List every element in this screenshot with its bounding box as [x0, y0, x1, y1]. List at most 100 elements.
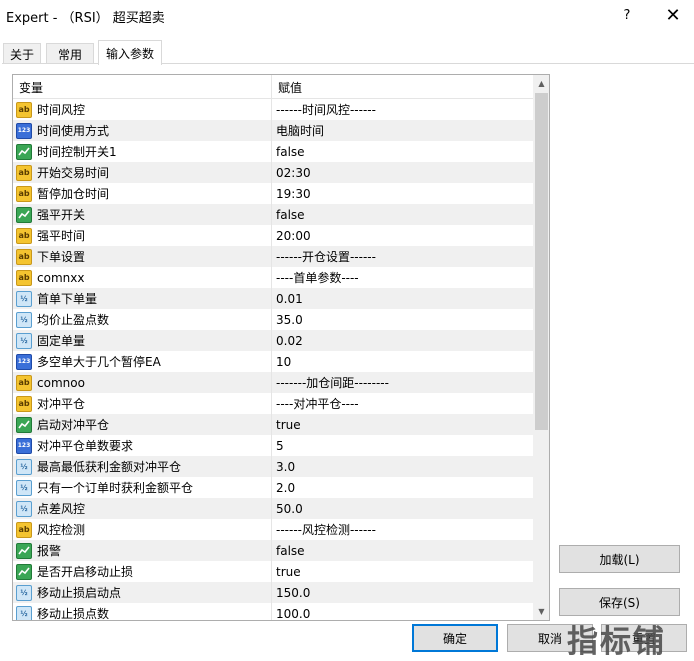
variable-label: 时间风控: [37, 103, 86, 117]
bool-param-icon: [16, 143, 32, 160]
variable-label: 对冲平仓: [37, 397, 86, 411]
watermark-logo: 指标铺: [567, 624, 666, 660]
string-param-icon: ab: [16, 164, 32, 181]
value-cell[interactable]: 3.0: [272, 456, 533, 477]
value-cell[interactable]: 50.0: [272, 498, 533, 519]
tab-common[interactable]: 常用: [46, 43, 94, 64]
double-param-icon: ½: [16, 458, 32, 475]
scroll-thumb[interactable]: [535, 93, 548, 430]
variable-label: 移动止损点数: [37, 607, 110, 621]
value-cell[interactable]: true: [272, 414, 533, 435]
tab-strip: 关于 常用 输入参数: [0, 40, 694, 65]
variable-label: 强平开关: [37, 208, 86, 222]
value-cell[interactable]: 0.01: [272, 288, 533, 309]
value-cell[interactable]: ----首单参数----: [272, 267, 533, 288]
variable-cell: 123 时间使用方式: [13, 120, 272, 141]
value-cell[interactable]: -------加仓间距--------: [272, 372, 533, 393]
grid-rows: ab 时间风控 ------时间风控------ 123 时间使用方式 电脑时间 时间控制开…: [13, 99, 533, 621]
string-param-icon: ab: [16, 227, 32, 244]
value-cell[interactable]: ----对冲平仓----: [272, 393, 533, 414]
variable-cell: ab 强平时间: [13, 225, 272, 246]
table-row[interactable]: 123 多空单大于几个暂停EA 10: [13, 351, 533, 372]
integer-param-icon: 123: [16, 122, 32, 139]
table-row[interactable]: ½ 首单下单量 0.01: [13, 288, 533, 309]
variable-label: 是否开启移动止损: [37, 565, 134, 579]
value-cell[interactable]: 150.0: [272, 582, 533, 603]
table-row[interactable]: 时间控制开关1 false: [13, 141, 533, 162]
load-button[interactable]: 加载(L): [559, 545, 680, 573]
value-cell[interactable]: ------风控检测------: [272, 519, 533, 540]
variable-cell: ab 下单设置: [13, 246, 272, 267]
value-cell[interactable]: 20:00: [272, 225, 533, 246]
table-row[interactable]: ab 对冲平仓 ----对冲平仓----: [13, 393, 533, 414]
variable-label: 对冲平仓单数要求: [37, 439, 134, 453]
column-header-variable[interactable]: 变量: [13, 75, 272, 99]
table-row[interactable]: ab 强平时间 20:00: [13, 225, 533, 246]
variable-cell: ab comnoo: [13, 372, 272, 393]
value-cell[interactable]: 0.02: [272, 330, 533, 351]
double-param-icon: ½: [16, 584, 32, 601]
variable-cell: ½ 首单下单量: [13, 288, 272, 309]
variable-cell: 报警: [13, 540, 272, 561]
table-row[interactable]: ab 暂停加仓时间 19:30: [13, 183, 533, 204]
table-row[interactable]: ½ 只有一个订单时获利金额平仓 2.0: [13, 477, 533, 498]
table-row[interactable]: 报警 false: [13, 540, 533, 561]
value-cell[interactable]: ------时间风控------: [272, 99, 533, 120]
string-param-icon: ab: [16, 248, 32, 265]
variable-cell: 123 对冲平仓单数要求: [13, 435, 272, 456]
table-row[interactable]: 启动对冲平仓 true: [13, 414, 533, 435]
table-row[interactable]: ½ 点差风控 50.0: [13, 498, 533, 519]
variable-label: 暂停加仓时间: [37, 187, 110, 201]
table-row[interactable]: 是否开启移动止损 true: [13, 561, 533, 582]
ok-button[interactable]: 确定: [412, 624, 498, 652]
table-row[interactable]: 123 时间使用方式 电脑时间: [13, 120, 533, 141]
scroll-up-icon[interactable]: ▲: [533, 75, 549, 92]
save-button[interactable]: 保存(S): [559, 588, 680, 616]
variable-label: 只有一个订单时获利金额平仓: [37, 481, 194, 495]
table-row[interactable]: ab 时间风控 ------时间风控------: [13, 99, 533, 120]
value-cell[interactable]: 5: [272, 435, 533, 456]
bool-param-icon: [16, 542, 32, 559]
help-button[interactable]: ?: [604, 0, 650, 30]
variable-cell: 启动对冲平仓: [13, 414, 272, 435]
bool-param-icon: [16, 206, 32, 223]
table-row[interactable]: 123 对冲平仓单数要求 5: [13, 435, 533, 456]
tab-inputs[interactable]: 输入参数: [98, 40, 162, 65]
table-row[interactable]: ½ 最高最低获利金额对冲平仓 3.0: [13, 456, 533, 477]
value-cell[interactable]: false: [272, 141, 533, 162]
double-param-icon: ½: [16, 311, 32, 328]
table-row[interactable]: ½ 均价止盈点数 35.0: [13, 309, 533, 330]
table-row[interactable]: ½ 移动止损启动点 150.0: [13, 582, 533, 603]
table-row[interactable]: 强平开关 false: [13, 204, 533, 225]
table-row[interactable]: ab 开始交易时间 02:30: [13, 162, 533, 183]
scroll-down-icon[interactable]: ▼: [533, 603, 549, 620]
table-row[interactable]: ab 风控检测 ------风控检测------: [13, 519, 533, 540]
value-cell[interactable]: 19:30: [272, 183, 533, 204]
table-row[interactable]: ab 下单设置 ------开仓设置------: [13, 246, 533, 267]
value-cell[interactable]: 100.0: [272, 603, 533, 621]
value-cell[interactable]: ------开仓设置------: [272, 246, 533, 267]
table-row[interactable]: ½ 固定单量 0.02: [13, 330, 533, 351]
value-cell[interactable]: false: [272, 540, 533, 561]
value-cell[interactable]: 2.0: [272, 477, 533, 498]
value-cell[interactable]: 02:30: [272, 162, 533, 183]
value-cell[interactable]: 电脑时间: [272, 120, 533, 141]
value-cell[interactable]: false: [272, 204, 533, 225]
value-cell[interactable]: 35.0: [272, 309, 533, 330]
table-row[interactable]: ab comnoo -------加仓间距--------: [13, 372, 533, 393]
variable-cell: ab 暂停加仓时间: [13, 183, 272, 204]
variable-label: comnxx: [37, 270, 85, 285]
value-cell[interactable]: true: [272, 561, 533, 582]
variable-cell: ½ 只有一个订单时获利金额平仓: [13, 477, 272, 498]
table-row[interactable]: ab comnxx ----首单参数----: [13, 267, 533, 288]
vertical-scrollbar[interactable]: ▲ ▼: [533, 75, 549, 620]
column-header-value[interactable]: 赋值: [272, 75, 533, 99]
tab-about[interactable]: 关于: [3, 43, 41, 64]
variable-cell: 时间控制开关1: [13, 141, 272, 162]
title-bar: Expert - （RSI） 超买超卖 ? ✕: [0, 0, 694, 32]
value-cell[interactable]: 10: [272, 351, 533, 372]
parameter-grid[interactable]: 变量 赋值 ab 时间风控 ------时间风控------ 123 时间使用方式 电脑时…: [12, 74, 550, 621]
table-row[interactable]: ½ 移动止损点数 100.0: [13, 603, 533, 621]
close-button[interactable]: ✕: [650, 0, 694, 30]
grid-header: 变量 赋值: [13, 75, 533, 99]
